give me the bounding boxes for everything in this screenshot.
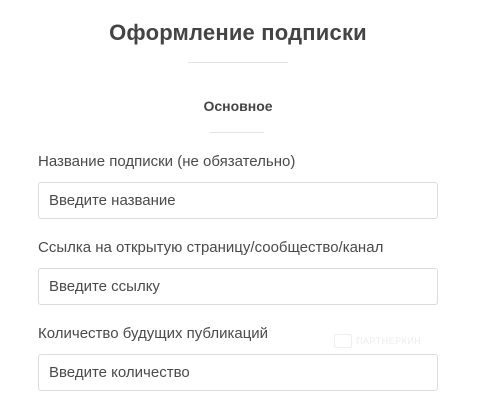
publication-count-label: Количество будущих публикаций — [38, 325, 269, 342]
watermark-text: ПАРТНЕРКИН — [356, 336, 422, 346]
publication-count-input[interactable] — [38, 354, 438, 391]
partner-logo-icon — [334, 334, 352, 348]
subscription-name-label: Название подписки (не обязательно) — [38, 153, 296, 170]
title-divider — [188, 62, 288, 63]
watermark: ПАРТНЕРКИН — [334, 334, 421, 348]
section-title: Основное — [203, 98, 273, 114]
link-label: Ссылка на открытую страницу/сообщество/к… — [38, 239, 384, 256]
page-title: Оформление подписки — [109, 20, 367, 45]
subscription-name-input[interactable] — [38, 182, 438, 219]
link-input[interactable] — [38, 268, 438, 305]
section-divider — [210, 132, 264, 133]
